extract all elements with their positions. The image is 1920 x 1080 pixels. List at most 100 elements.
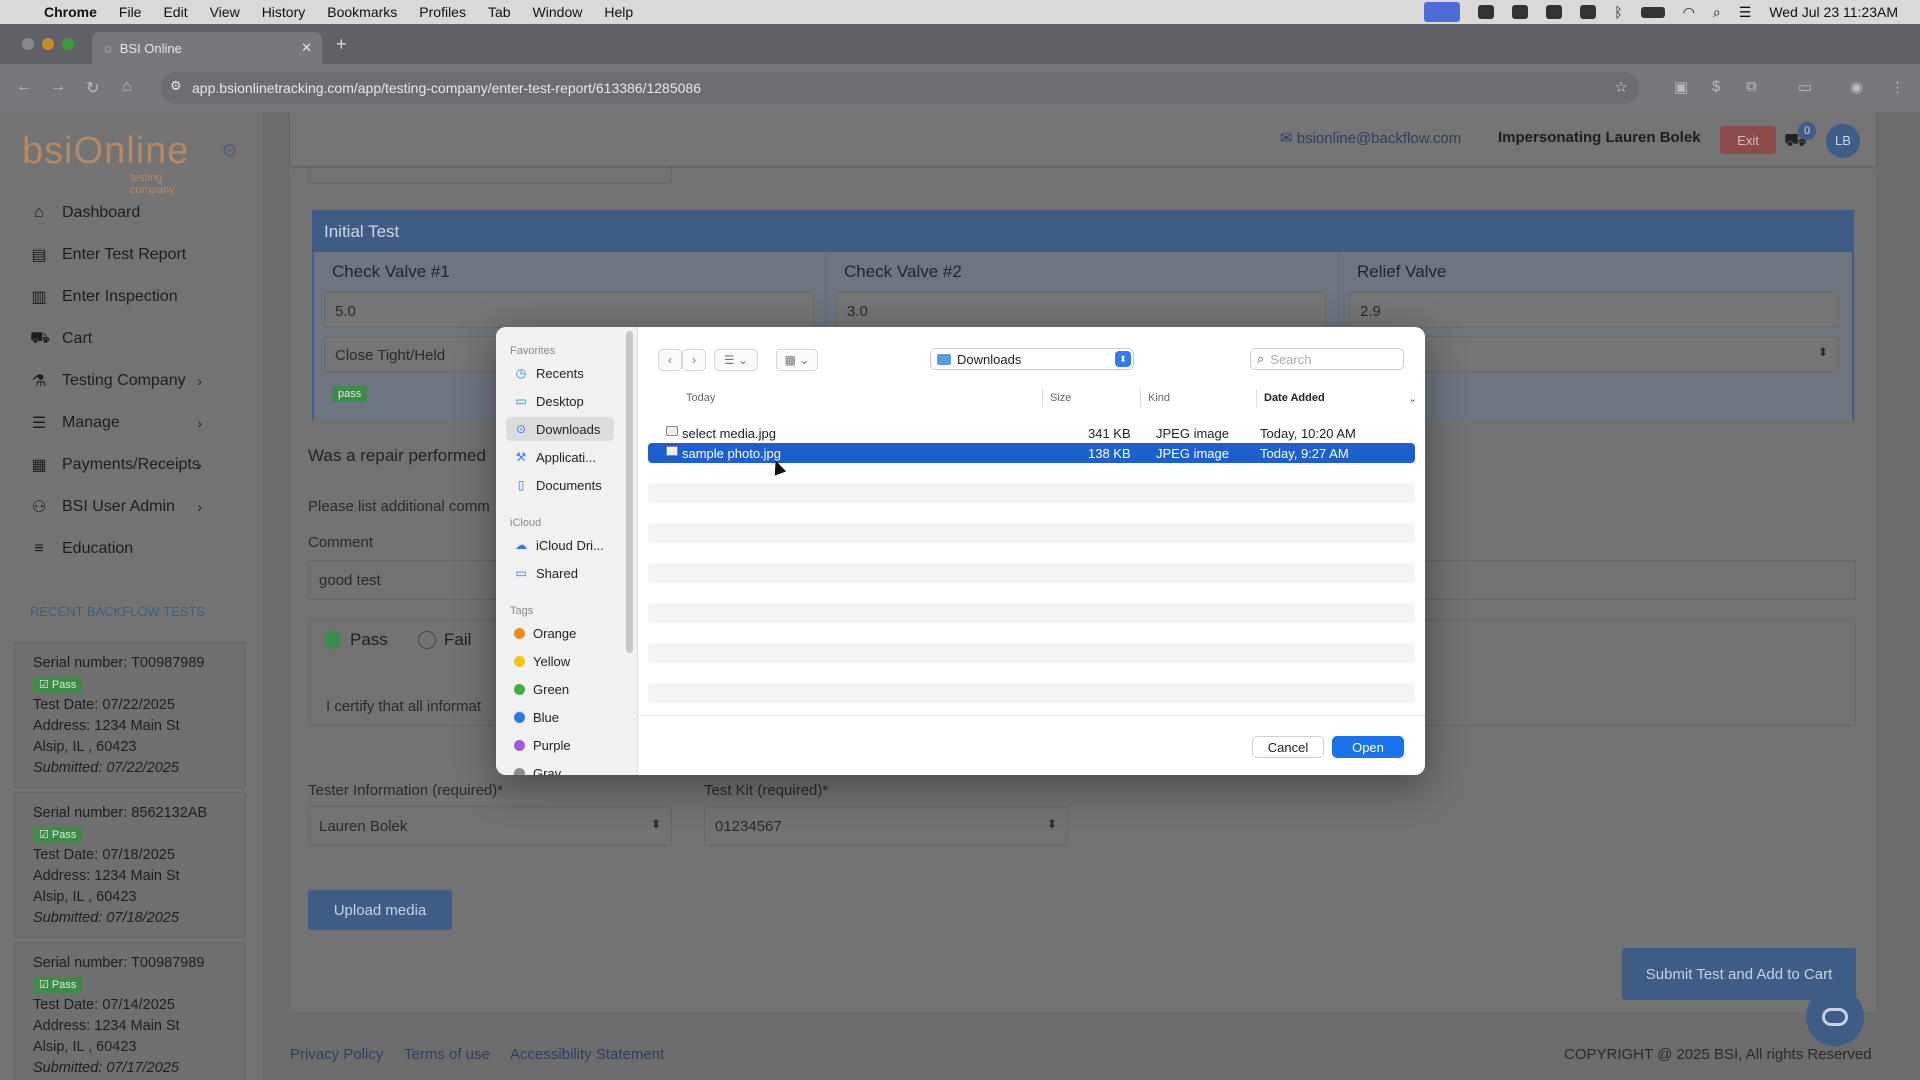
menu-app-name[interactable]: Chrome (44, 4, 97, 20)
back-icon[interactable]: ← (16, 78, 32, 96)
browser-tab[interactable]: ◌ BSI Online ✕ (92, 32, 322, 64)
minimize-window-icon[interactable] (42, 38, 54, 50)
column-header-kind[interactable]: Kind (1148, 387, 1170, 409)
relief-valve-input[interactable]: 2.9 (1349, 292, 1839, 328)
forward-icon[interactable]: → (50, 78, 66, 96)
sidebar-item-documents[interactable]: ▯ Documents (506, 473, 614, 497)
file-row[interactable]: select media.jpg 341 KB JPEG image Today… (648, 423, 1415, 443)
cancel-button[interactable]: Cancel (1252, 736, 1324, 758)
tag-purple[interactable]: Purple (506, 733, 614, 757)
fail-radio[interactable]: Fail (418, 630, 471, 650)
menu-view[interactable]: View (210, 4, 240, 20)
column-divider[interactable] (1256, 389, 1257, 407)
sidebar-item-recents[interactable]: ◷ Recents (506, 361, 614, 385)
reload-icon[interactable]: ↻ (86, 78, 99, 98)
sidebar-item-enter-inspection[interactable]: ▥ Enter Inspection (30, 282, 177, 312)
list-view-button[interactable]: ☰ ⌄ (714, 349, 758, 371)
menu-file[interactable]: File (119, 4, 142, 20)
sidebar-item-bsi-user-admin[interactable]: ⚇ BSI User Admin › (30, 492, 230, 522)
spotlight-search-icon[interactable]: ⌕ (1713, 4, 1721, 21)
site-info-icon[interactable]: ⚙ (170, 78, 182, 94)
column-header-name[interactable]: Today (686, 387, 715, 409)
extension-icon[interactable]: ▣ (1674, 78, 1688, 96)
close-window-icon[interactable] (22, 38, 34, 50)
column-header-size[interactable]: Size (1050, 387, 1071, 409)
check-valve-2-input[interactable]: 3.0 (836, 292, 1326, 328)
check-valve-1-input[interactable]: 5.0 (324, 292, 814, 328)
status-app-icon[interactable] (1512, 5, 1529, 19)
menu-window[interactable]: Window (533, 4, 583, 20)
bsi-logo[interactable]: bsiOnline testing company (22, 130, 189, 196)
extension-icon[interactable]: $ (1712, 78, 1720, 95)
forward-button[interactable]: › (682, 349, 706, 371)
status-app-icon[interactable] (1478, 5, 1495, 19)
sidebar-item-cart[interactable]: ⛟ Cart (30, 324, 92, 354)
terms-of-use-link[interactable]: Terms of use (404, 1046, 490, 1063)
back-button[interactable]: ‹ (658, 349, 682, 371)
tab-close-icon[interactable]: ✕ (301, 40, 312, 56)
sort-chevron-icon[interactable]: ⌄ (1408, 387, 1417, 409)
file-row[interactable]: sample photo.jpg 138 KB JPEG image Today… (648, 443, 1415, 463)
url-text[interactable]: app.bsionlinetracking.com/app/testing-co… (192, 80, 701, 96)
location-select[interactable]: Downloads ⬍ (930, 348, 1134, 370)
menu-bookmarks[interactable]: Bookmarks (327, 4, 397, 20)
wifi-icon[interactable]: ◠ (1683, 4, 1695, 21)
maximize-window-icon[interactable] (62, 38, 74, 50)
tag-gray[interactable]: Gray (506, 761, 614, 775)
recent-test-card[interactable]: Serial number: 8562132AB ☑ Pass Test Dat… (14, 792, 246, 938)
tag-green[interactable]: Green (506, 677, 614, 701)
open-button[interactable]: Open (1332, 736, 1404, 758)
recent-test-card[interactable]: Serial number: T00987989 ☑ Pass Test Dat… (14, 942, 246, 1080)
column-divider[interactable] (1042, 389, 1043, 407)
menu-profiles[interactable]: Profiles (419, 4, 466, 20)
sidebar-item-payments-receipts[interactable]: ▦ Payments/Receipts › (30, 450, 230, 480)
icon-view-button[interactable]: ▦ ⌄ (776, 349, 818, 371)
sidebar-item-dashboard[interactable]: ⌂ Dashboard (30, 198, 140, 228)
sidebar-item-desktop[interactable]: ▭ Desktop (506, 389, 614, 413)
menu-history[interactable]: History (262, 4, 306, 20)
menubar-clock[interactable]: Wed Jul 23 11:23AM (1769, 4, 1898, 20)
privacy-policy-link[interactable]: Privacy Policy (290, 1046, 383, 1063)
upload-media-button[interactable]: Upload media (308, 890, 452, 930)
battery-icon[interactable] (1640, 6, 1665, 18)
exit-impersonation-button[interactable]: Exit (1720, 126, 1776, 154)
sidebar-item-education[interactable]: ≡ Education (30, 534, 133, 564)
tag-orange[interactable]: Orange (506, 621, 614, 645)
accessibility-statement-link[interactable]: Accessibility Statement (510, 1046, 664, 1063)
profile-icon[interactable]: ◉ (1850, 78, 1863, 96)
recent-test-card[interactable]: Serial number: T00987989 ☑ Pass Test Dat… (14, 642, 246, 788)
bluetooth-icon[interactable]: ᛒ (1614, 4, 1622, 20)
pass-radio[interactable]: Pass (324, 630, 388, 650)
menu-edit[interactable]: Edit (163, 4, 187, 20)
bookmark-star-icon[interactable]: ☆ (1615, 78, 1628, 96)
sidebar-item-manage[interactable]: ☰ Manage › (30, 408, 230, 438)
side-panel-icon[interactable]: ▭ (1798, 78, 1812, 96)
sidebar-toggle-icon[interactable]: ⊙ (222, 140, 237, 161)
sidebar-item-shared[interactable]: ▭ Shared (506, 561, 614, 585)
sidebar-item-testing-company[interactable]: ⚗ Testing Company › (30, 366, 230, 396)
chat-support-button[interactable] (1806, 988, 1864, 1046)
menu-tab[interactable]: Tab (488, 4, 511, 20)
test-kit-select[interactable]: 01234567 ⬍ (704, 806, 1068, 846)
search-field[interactable]: ⌕ Search (1250, 348, 1404, 370)
screen-share-icon[interactable] (1424, 2, 1461, 22)
sidebar-item-applications[interactable]: ⚒ Applicati... (506, 445, 614, 469)
control-center-icon[interactable]: ☰ (1739, 4, 1752, 21)
status-app-icon[interactable] (1546, 5, 1563, 19)
sidebar-item-enter-test-report[interactable]: ▤ Enter Test Report (30, 240, 186, 270)
sidebar-scrollbar[interactable] (626, 331, 633, 653)
status-app-icon[interactable] (1580, 5, 1597, 19)
column-header-date-added[interactable]: Date Added (1264, 387, 1325, 409)
sidebar-item-icloud-drive[interactable]: ☁ iCloud Dri... (506, 533, 614, 557)
support-email-link[interactable]: ✉ bsionline@backflow.com (1280, 129, 1461, 147)
tester-select[interactable]: Lauren Bolek ⬍ (308, 806, 672, 846)
new-tab-icon[interactable]: + (336, 34, 347, 55)
sidebar-item-downloads[interactable]: ⊙ Downloads (506, 417, 614, 441)
chrome-menu-icon[interactable]: ⋮ (1890, 78, 1905, 96)
address-bar[interactable]: ⚙ app.bsionlinetracking.com/app/testing-… (160, 72, 1640, 104)
tag-yellow[interactable]: Yellow (506, 649, 614, 673)
extensions-puzzle-icon[interactable]: ⧉ (1746, 78, 1757, 95)
home-button-icon[interactable]: ⌂ (122, 78, 132, 96)
column-divider[interactable] (1140, 389, 1141, 407)
menu-help[interactable]: Help (604, 4, 633, 20)
